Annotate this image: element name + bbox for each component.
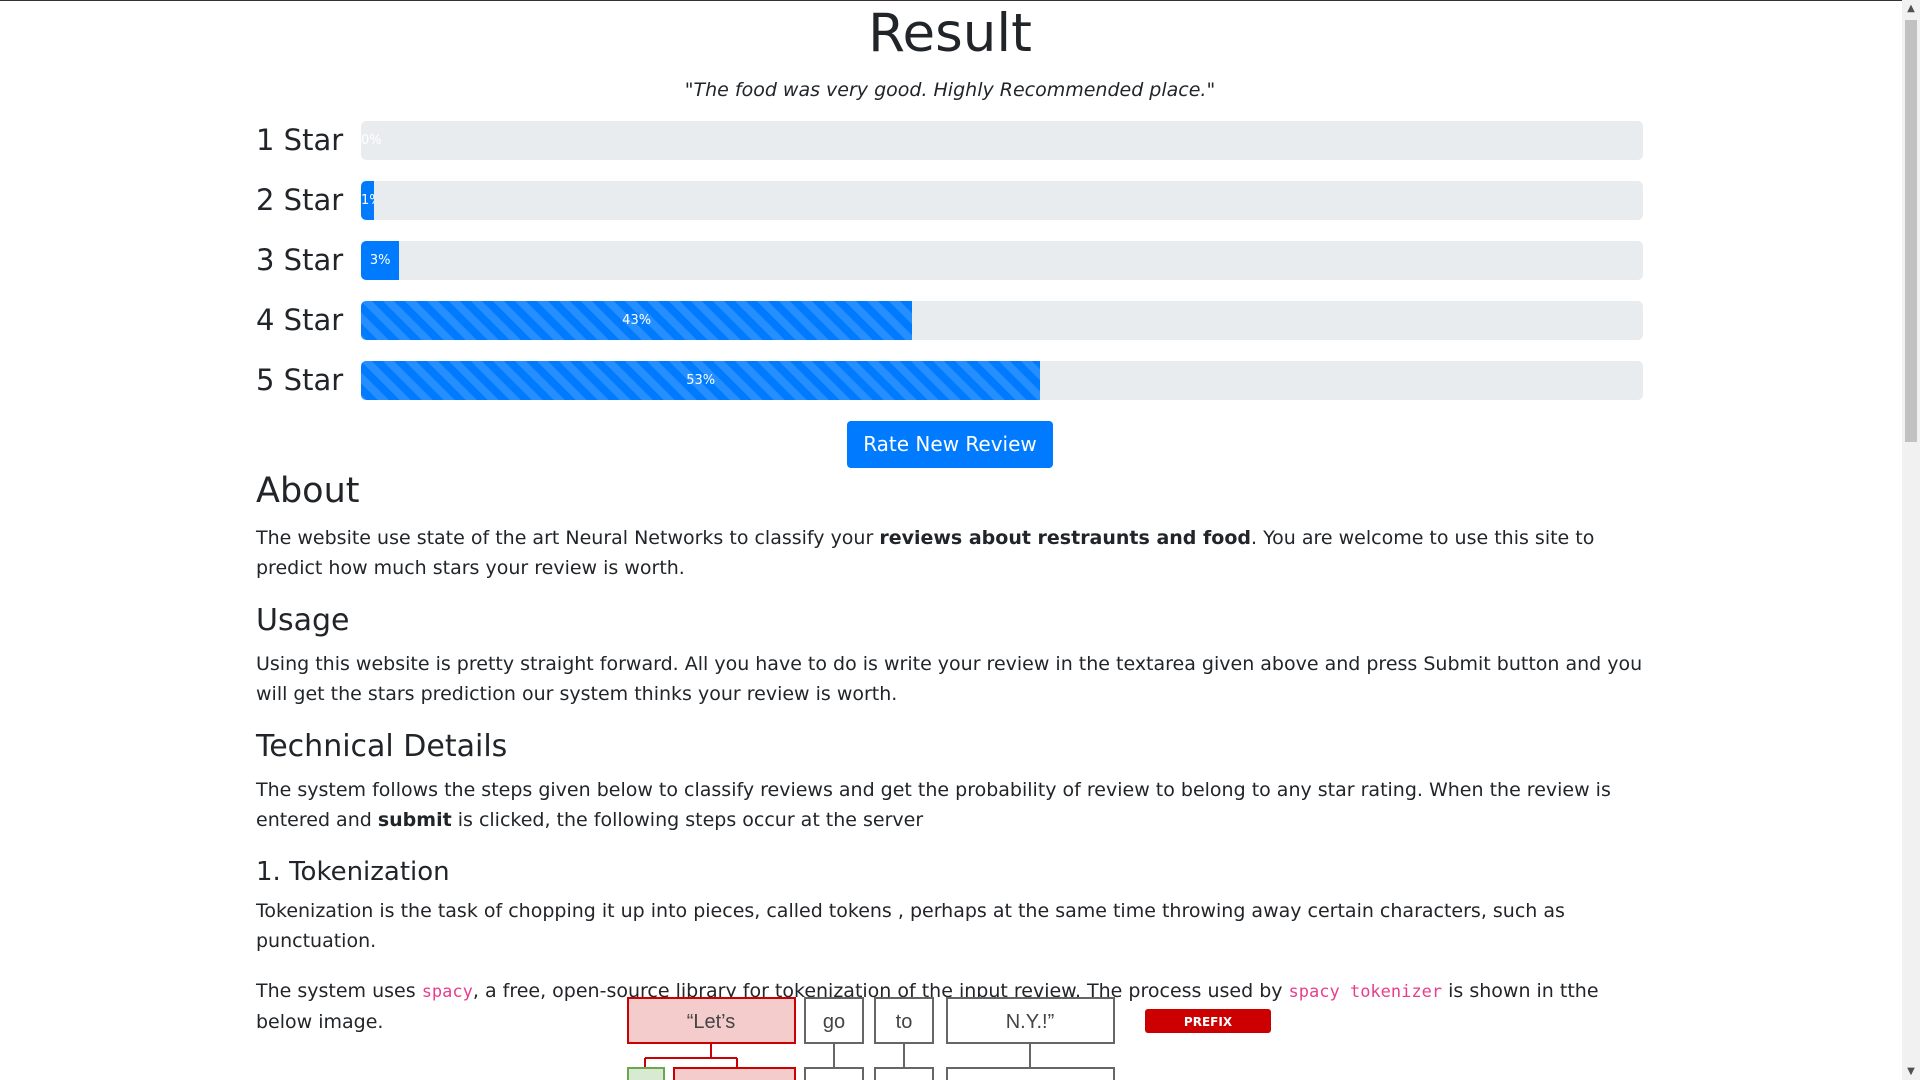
tokenization-heading: 1. Tokenization xyxy=(256,857,450,887)
about-text-part: The website use state of the art Neural … xyxy=(256,527,880,549)
main-container: Result "The food was very good. Highly R… xyxy=(256,0,1644,1080)
scroll-down-arrow-icon[interactable]: ▼ xyxy=(1902,1063,1920,1080)
rating-progress-bar: 43% xyxy=(361,301,913,340)
rate-button-wrap: Rate New Review xyxy=(256,421,1644,468)
rate-new-review-button[interactable]: Rate New Review xyxy=(847,421,1053,468)
token-text: go xyxy=(823,1011,845,1033)
rating-row-4: 4 Star 43% xyxy=(256,300,1644,340)
rating-progress-bar: 3% xyxy=(361,241,400,280)
sub-token-box xyxy=(874,1067,934,1080)
rating-percent-label: 53% xyxy=(686,373,716,388)
scrollbar-thumb[interactable] xyxy=(1905,20,1917,442)
technical-text-bold: submit xyxy=(377,809,452,831)
rating-row-1: 1 Star 0% xyxy=(256,120,1644,160)
technical-text-part: is clicked, the following steps occur at… xyxy=(451,809,924,831)
rating-row-5: 5 Star 53% xyxy=(256,360,1644,400)
rating-percent-label: 3% xyxy=(369,253,391,268)
vertical-scrollbar[interactable]: ▲ ▼ xyxy=(1902,0,1920,1080)
usage-text: Using this website is pretty straight fo… xyxy=(256,653,1643,705)
token-text: to xyxy=(896,1011,913,1033)
rating-label: 3 Star xyxy=(256,243,344,277)
about-text: The website use state of the art Neural … xyxy=(256,523,1644,583)
rating-percent-label: 1% xyxy=(361,193,374,208)
scroll-up-arrow-icon[interactable]: ▲ xyxy=(1902,0,1920,17)
tokenization-diagram: “Let’s go to N.Y.!” PREFIX xyxy=(627,997,1271,1080)
rating-progress-track: 53% xyxy=(361,361,1643,400)
rating-progress-track: 43% xyxy=(361,301,1643,340)
token-text: N.Y.!” xyxy=(1006,1011,1055,1033)
token-text: “Let’s xyxy=(687,1011,736,1033)
rating-row-2: 2 Star 1% xyxy=(256,180,1644,220)
rating-label: 2 Star xyxy=(256,183,344,217)
spacy-tokenizer-code: spacy tokenizer xyxy=(1288,982,1443,1002)
rating-percent-label: 43% xyxy=(622,313,652,328)
sub-token-box xyxy=(946,1067,1115,1080)
rating-progress-bar: 1% xyxy=(361,181,374,220)
spacy-text-part: The system uses xyxy=(256,980,422,1002)
rating-label: 5 Star xyxy=(256,363,344,397)
sub-token-box xyxy=(673,1067,796,1080)
usage-heading: Usage xyxy=(256,603,350,638)
prefix-tag-text: PREFIX xyxy=(1184,1015,1233,1029)
rating-label: 1 Star xyxy=(256,123,344,157)
rating-percent-label: 0% xyxy=(361,133,382,148)
sub-token-box xyxy=(627,1067,665,1080)
about-heading: About xyxy=(256,471,360,511)
spacy-code: spacy xyxy=(421,982,473,1002)
page-title: Result xyxy=(868,3,1032,64)
tokenization-text: Tokenization is the task of chopping it … xyxy=(256,900,1565,952)
sub-token-box xyxy=(804,1067,864,1080)
rating-progress-track: 0% xyxy=(361,121,1643,160)
technical-text: The system follows the steps given below… xyxy=(256,775,1644,835)
review-quote: "The food was very good. Highly Recommen… xyxy=(684,79,1216,101)
rating-row-3: 3 Star 3% xyxy=(256,240,1644,280)
rating-progress-track: 1% xyxy=(361,181,1643,220)
info-content: About The website use state of the art N… xyxy=(256,466,1644,1037)
rating-progress-track: 3% xyxy=(361,241,1643,280)
about-text-bold: reviews about restraunts and food xyxy=(879,527,1251,549)
rating-label: 4 Star xyxy=(256,303,344,337)
technical-heading: Technical Details xyxy=(256,729,508,764)
rating-progress-bar: 53% xyxy=(361,361,1041,400)
